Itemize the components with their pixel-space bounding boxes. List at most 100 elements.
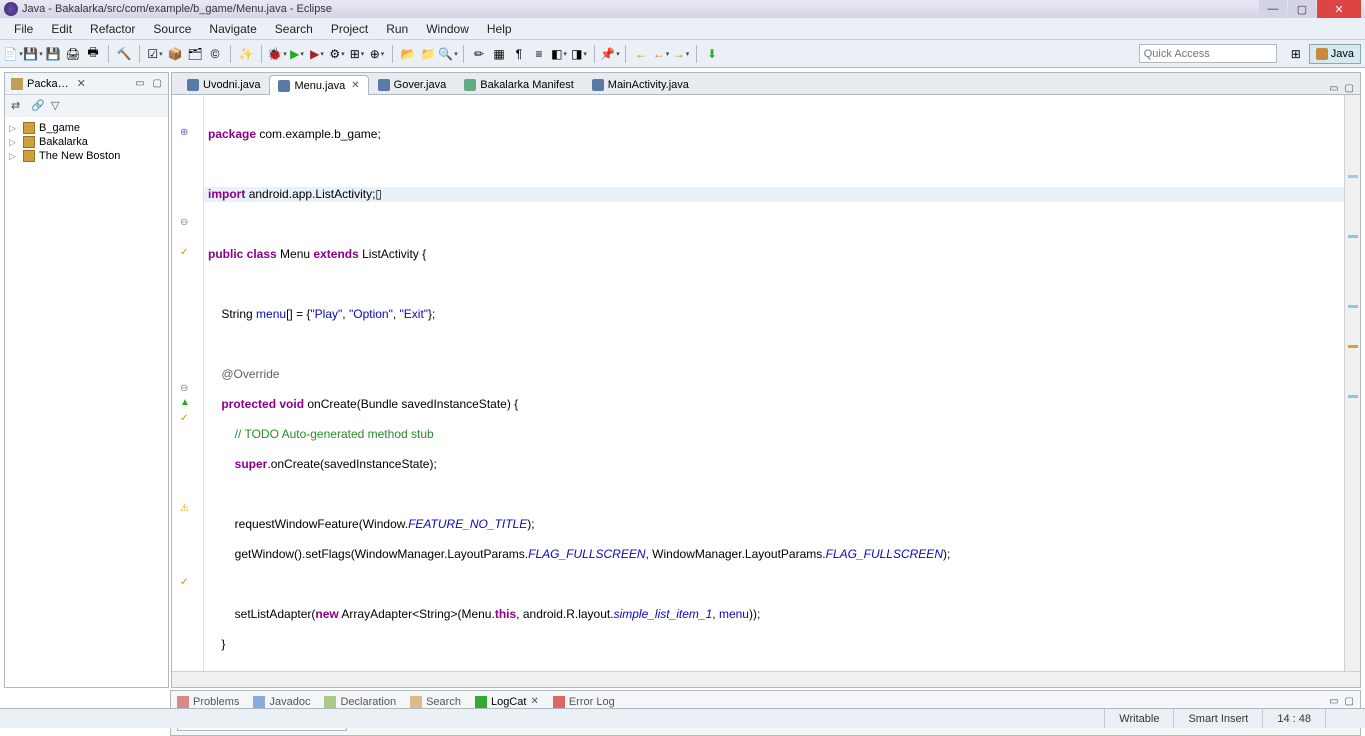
open-task-button[interactable]: 📁 xyxy=(419,45,437,63)
status-cursor-position: 14 : 48 xyxy=(1262,709,1325,728)
build-button[interactable]: 🔨 xyxy=(115,45,133,63)
minimize-view-icon[interactable]: ▭ xyxy=(135,78,144,89)
editor-gutter[interactable]: ⊕ ⊖ ✓ ⊖ ▲ ✓ ⚠ ✓ xyxy=(172,95,204,671)
tab-uvodni[interactable]: Uvodni.java xyxy=(178,74,269,94)
java-file-icon xyxy=(187,79,199,91)
class-button[interactable]: © xyxy=(206,45,224,63)
errorlog-icon xyxy=(553,696,565,708)
code-editor[interactable]: package com.example.b_game; import andro… xyxy=(204,95,1344,671)
collapse-all-icon[interactable]: ⇄ xyxy=(11,99,25,113)
menu-file[interactable]: File xyxy=(6,20,41,38)
tab-javadoc[interactable]: Javadoc xyxy=(253,696,310,708)
external-tools-button[interactable]: ⚙ xyxy=(328,45,346,63)
package-explorer-icon xyxy=(11,78,23,90)
manifest-file-icon xyxy=(464,79,476,91)
java-file-icon xyxy=(278,80,290,92)
javadoc-icon xyxy=(253,696,265,708)
project-icon xyxy=(23,122,35,134)
tab-gover[interactable]: Gover.java xyxy=(369,74,456,94)
editor-tabs: Uvodni.java Menu.java✕ Gover.java Bakala… xyxy=(172,73,1360,95)
toggle-block-button[interactable]: ▦ xyxy=(490,45,508,63)
open-type-button[interactable]: 📂 xyxy=(399,45,417,63)
maximize-editor-icon[interactable]: ▢ xyxy=(1345,83,1354,94)
project-node[interactable]: ▷ The New Boston xyxy=(9,149,164,163)
run-last-button[interactable]: ▶ xyxy=(308,45,326,63)
status-bar: Writable Smart Insert 14 : 48 xyxy=(0,708,1365,728)
forward-button[interactable]: → xyxy=(672,45,690,63)
search-icon xyxy=(410,696,422,708)
toggle-mark-button[interactable]: ✏ xyxy=(470,45,488,63)
tab-manifest[interactable]: Bakalarka Manifest xyxy=(455,74,583,94)
menu-source[interactable]: Source xyxy=(145,20,199,38)
menu-search[interactable]: Search xyxy=(267,20,321,38)
project-node[interactable]: ▷ Bakalarka xyxy=(9,135,164,149)
maximize-view-icon[interactable]: ▢ xyxy=(153,78,162,89)
new-java-button[interactable]: ⊞ xyxy=(348,45,366,63)
debug-button[interactable]: 🐞 xyxy=(268,45,286,63)
new-button[interactable]: 📄 xyxy=(4,45,22,63)
package-explorer-view: Packa… ✕ ▭ ▢ ⇄ 🔗 ▽ ▷ B_game ▷ Bakalarka … xyxy=(4,72,169,688)
link-editor-icon[interactable]: 🔗 xyxy=(31,99,45,113)
avd-button[interactable]: ⬇ xyxy=(703,45,721,63)
search-button[interactable]: 🔍 xyxy=(439,45,457,63)
project-node[interactable]: ▷ B_game xyxy=(9,121,164,135)
save-all-button[interactable]: 🖨 xyxy=(64,45,82,63)
check-button[interactable]: ☑ xyxy=(146,45,164,63)
package-explorer-title: Packa… xyxy=(27,78,69,90)
menu-help[interactable]: Help xyxy=(479,20,520,38)
tab-mainactivity[interactable]: MainActivity.java xyxy=(583,74,698,94)
menu-run[interactable]: Run xyxy=(378,20,416,38)
menu-refactor[interactable]: Refactor xyxy=(82,20,143,38)
menu-window[interactable]: Window xyxy=(418,20,477,38)
annotation-button[interactable]: ◧ xyxy=(550,45,568,63)
logcat-icon xyxy=(475,696,487,708)
project-icon xyxy=(23,136,35,148)
close-tab-icon[interactable]: ✕ xyxy=(530,696,538,707)
save-button[interactable]: 💾 xyxy=(44,45,62,63)
view-menu-icon[interactable]: ▽ xyxy=(51,99,65,113)
print-button[interactable]: 🖶 xyxy=(84,45,102,63)
eclipse-icon xyxy=(4,2,18,16)
new-plugin-button[interactable]: ⊕ xyxy=(368,45,386,63)
open-perspective-button[interactable]: ⊞ xyxy=(1287,45,1305,63)
minimize-panel-icon[interactable]: ▭ xyxy=(1329,696,1338,707)
package-button[interactable]: 📦 xyxy=(166,45,184,63)
back-button[interactable]: ← xyxy=(632,45,650,63)
window-titlebar: Java - Bakalarka/src/com/example/b_game/… xyxy=(0,0,1365,18)
maximize-panel-icon[interactable]: ▢ xyxy=(1345,696,1354,707)
pin-button[interactable]: 📌 xyxy=(601,45,619,63)
overview-ruler[interactable] xyxy=(1344,95,1360,671)
menu-navigate[interactable]: Navigate xyxy=(201,20,264,38)
toggle-breadcrumb-button[interactable]: ≡ xyxy=(530,45,548,63)
java-perspective-icon xyxy=(1316,48,1328,60)
perspective-java[interactable]: Java xyxy=(1309,44,1361,64)
next-annotation-button[interactable]: ◨ xyxy=(570,45,588,63)
window-title: Java - Bakalarka/src/com/example/b_game/… xyxy=(22,3,332,15)
java-file-icon xyxy=(378,79,390,91)
project-tree[interactable]: ▷ B_game ▷ Bakalarka ▷ The New Boston xyxy=(5,117,168,687)
window-close-button[interactable]: ✕ xyxy=(1317,0,1361,18)
horizontal-scrollbar[interactable] xyxy=(172,671,1360,687)
back-history-button[interactable]: ← xyxy=(652,45,670,63)
menubar: File Edit Refactor Source Navigate Searc… xyxy=(0,18,1365,40)
jar-button[interactable]: 🗂 xyxy=(186,45,204,63)
tab-declaration[interactable]: Declaration xyxy=(324,696,396,708)
minimize-editor-icon[interactable]: ▭ xyxy=(1329,83,1338,94)
window-minimize-button[interactable]: — xyxy=(1259,0,1287,18)
tab-menu[interactable]: Menu.java✕ xyxy=(269,75,368,95)
show-whitespace-button[interactable]: ¶ xyxy=(510,45,528,63)
menu-project[interactable]: Project xyxy=(323,20,376,38)
close-view-icon[interactable]: ✕ xyxy=(77,77,86,90)
tab-search[interactable]: Search xyxy=(410,696,461,708)
quick-access-input[interactable] xyxy=(1139,44,1277,63)
run-button[interactable]: ▶ xyxy=(288,45,306,63)
tab-logcat[interactable]: LogCat✕ xyxy=(475,696,539,708)
save-dropdown-button[interactable]: 💾 xyxy=(24,45,42,63)
status-writable: Writable xyxy=(1104,709,1173,728)
tab-problems[interactable]: Problems xyxy=(177,696,239,708)
tab-errorlog[interactable]: Error Log xyxy=(553,696,615,708)
window-maximize-button[interactable]: ▢ xyxy=(1288,0,1316,18)
menu-edit[interactable]: Edit xyxy=(43,20,80,38)
close-tab-icon[interactable]: ✕ xyxy=(351,80,359,91)
wand-button[interactable]: ✨ xyxy=(237,45,255,63)
